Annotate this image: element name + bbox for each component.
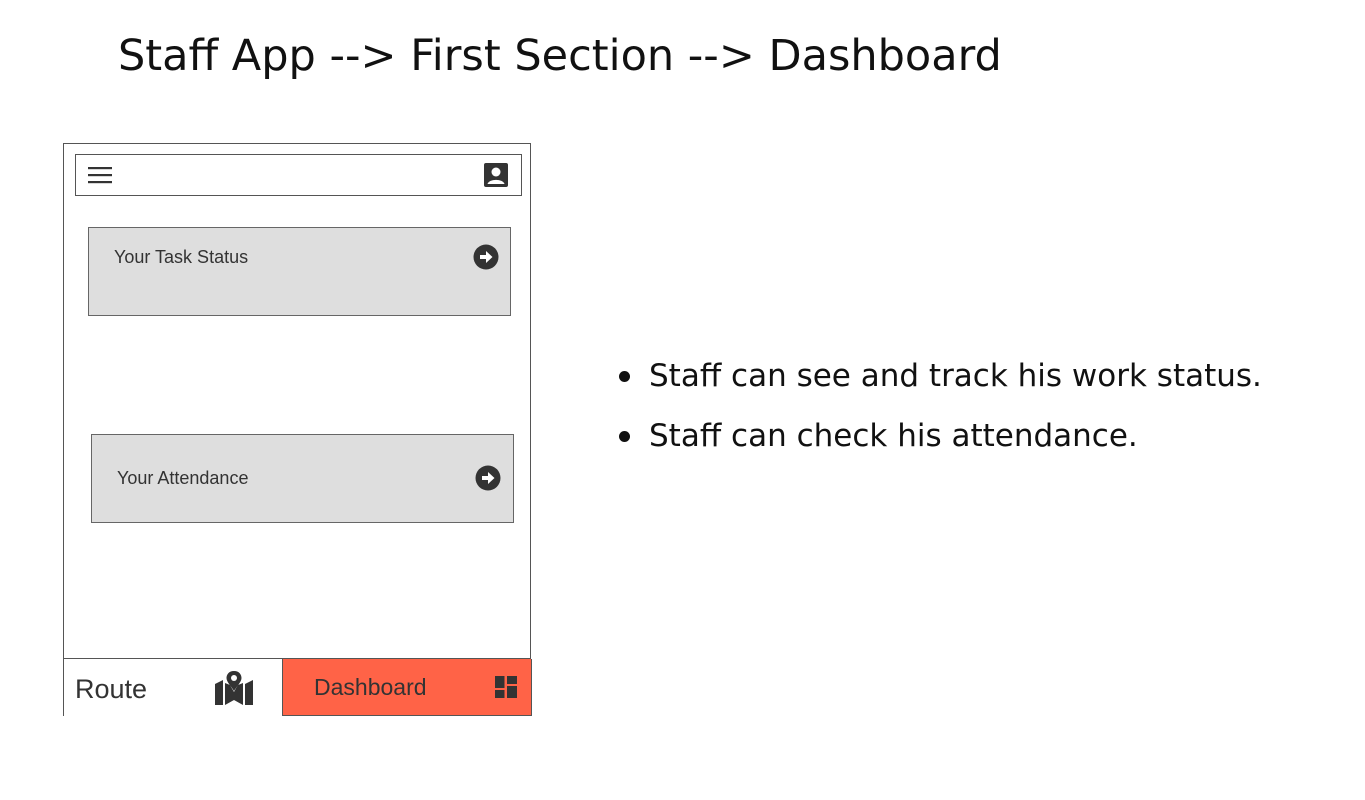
hamburger-menu-icon[interactable]	[88, 164, 114, 186]
nav-route-tab[interactable]: Route	[63, 659, 282, 716]
note-item-work-status: Staff can see and track his work status.	[617, 346, 1262, 406]
nav-route-label: Route	[75, 674, 148, 704]
arrow-right-circle-icon[interactable]	[475, 465, 501, 491]
app-top-bar	[75, 154, 522, 196]
page-title: Staff App --> First Section --> Dashboar…	[118, 31, 1002, 81]
dashboard-icon	[495, 676, 517, 698]
bottom-navigation: Route Dashboard	[63, 658, 532, 716]
note-item-attendance: Staff can check his attendance.	[617, 406, 1262, 466]
nav-dashboard-label: Dashboard	[314, 674, 427, 700]
page: Staff App --> First Section --> Dashboar…	[0, 0, 1365, 800]
task-status-card[interactable]: Your Task Status	[88, 227, 511, 316]
phone-mockup: Your Task Status Your Attendance Route D…	[63, 143, 532, 716]
arrow-right-circle-icon[interactable]	[473, 244, 499, 270]
task-status-label: Your Task Status	[114, 247, 249, 267]
nav-dashboard-tab[interactable]: Dashboard	[282, 659, 532, 716]
map-icon	[214, 670, 254, 706]
feature-notes-list: Staff can see and track his work status.…	[617, 346, 1262, 466]
attendance-card[interactable]: Your Attendance	[91, 434, 514, 523]
account-box-icon[interactable]	[483, 162, 509, 188]
attendance-label: Your Attendance	[117, 468, 249, 488]
